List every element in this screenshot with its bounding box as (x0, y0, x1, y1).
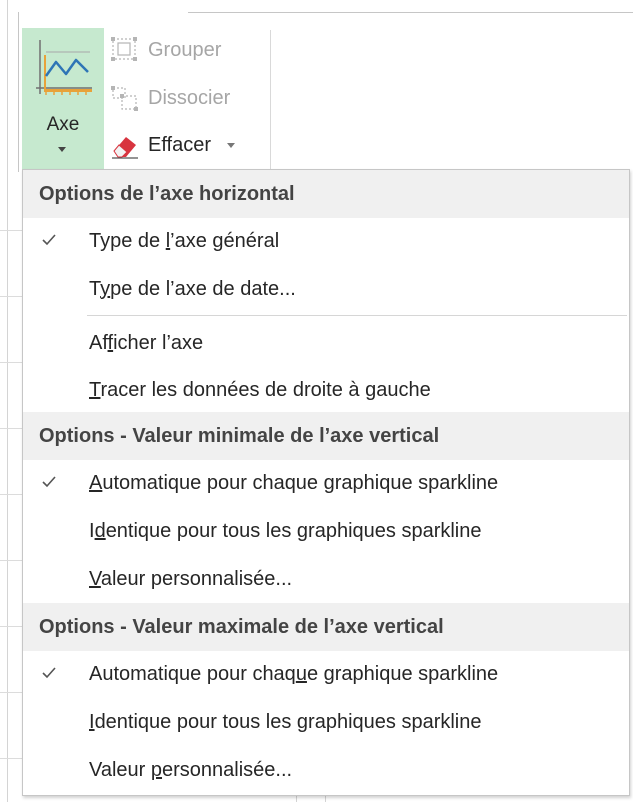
ribbon-border (188, 12, 633, 13)
menu-item-label-text: utomatique pour chaque graphique sparkli… (102, 471, 499, 494)
access-key: V (89, 567, 101, 590)
checkmark-icon (42, 667, 56, 679)
axis-chart-icon (36, 40, 92, 95)
row-gridline (0, 560, 22, 561)
row-gridline (0, 428, 22, 429)
menu-separator (87, 315, 627, 316)
menu-item[interactable]: Valeur personnalisée... (23, 556, 629, 602)
menu-item[interactable]: Identique pour tous les graphiques spark… (23, 508, 629, 554)
group-label: Grouper (148, 38, 222, 61)
menu-item[interactable]: Automatique pour chaque graphique sparkl… (23, 651, 629, 697)
axe-label: Axe (46, 114, 80, 135)
access-key: y (100, 277, 111, 300)
clear-button[interactable]: Effacer (110, 129, 235, 161)
row-gridline (0, 692, 22, 693)
group-button[interactable]: Grouper (110, 34, 221, 66)
menu-item-label-text: racer les données de droite à gauche (100, 378, 431, 401)
ribbon-group-divider (270, 30, 271, 170)
menu-section-header: Options de l’axe horizontal (23, 170, 629, 218)
row-gridline (0, 758, 22, 759)
menu-item-label-text: ersonnalisée... (162, 758, 293, 781)
access-key: A (89, 471, 103, 494)
menu-item-label-text: Af (89, 331, 108, 354)
access-key: d (94, 519, 106, 542)
menu-item[interactable]: Identique pour tous les graphiques spark… (23, 699, 629, 745)
menu-item-label: Type de l’axe général (89, 230, 279, 253)
menu-item-label-text: ’axe général (170, 229, 280, 252)
menu-item-label-text: Valeur (89, 758, 151, 781)
menu-item-label-text: aleur personnalisée... (100, 567, 293, 590)
menu-item-label-text: pe de l’axe de date... (110, 277, 296, 300)
menu-item-label: Automatique pour chaque graphique sparkl… (89, 663, 498, 686)
eraser-icon (112, 137, 138, 159)
menu-item[interactable]: Automatique pour chaque graphique sparkl… (23, 460, 629, 506)
row-gridline (0, 362, 22, 363)
menu-item-label-text: icher l’axe (113, 331, 204, 354)
ungroup-button[interactable]: Dissocier (110, 82, 230, 114)
menu-item-label-text: entique pour tous les graphiques sparkli… (105, 519, 482, 542)
menu-item[interactable]: Valeur personnalisée... (23, 747, 629, 793)
column-gridline (7, 0, 8, 802)
menu-item[interactable]: Tracer les données de droite à gauche (23, 367, 629, 413)
axis-options-menu: Options de l’axe horizontal Type de l’axe… (22, 169, 630, 796)
checkmark-icon (42, 234, 56, 246)
menu-item-label: Type de l’axe de date... (89, 278, 296, 301)
menu-item-label: Identique pour tous les graphiques spark… (89, 711, 482, 734)
chevron-down-icon (58, 147, 66, 152)
menu-item-label-text: Type de (89, 229, 166, 252)
menu-item-label: Afficher l’axe (89, 332, 203, 355)
checkmark-icon (42, 476, 56, 488)
row-gridline (0, 296, 22, 297)
menu-item-label: Tracer les données de droite à gauche (89, 379, 431, 402)
ribbon-border (18, 12, 19, 172)
menu-item-label-text: T (89, 277, 101, 300)
ungroup-icon (111, 86, 138, 111)
ungroup-label: Dissocier (148, 86, 231, 109)
row-gridline (0, 494, 22, 495)
menu-section-header: Options - Valeur maximale de l’axe verti… (23, 603, 629, 651)
menu-item-label: Valeur personnalisée... (89, 759, 292, 782)
clear-label: Effacer (148, 133, 211, 156)
access-key: T (89, 378, 101, 401)
access-key: p (150, 758, 163, 781)
access-key: u (295, 662, 307, 685)
menu-item-label: Identique pour tous les graphiques spark… (89, 520, 482, 543)
menu-section-header: Options - Valeur minimale de l’axe verti… (23, 412, 629, 460)
axe-dropdown-button[interactable]: Axe (22, 28, 104, 169)
row-gridline (0, 230, 22, 231)
group-icon (111, 37, 137, 61)
menu-item-label: Valeur personnalisée... (89, 568, 292, 591)
menu-item-label-text: e graphique sparkline (306, 662, 499, 685)
menu-item-label-text: Automatique pour chaq (89, 662, 296, 685)
chevron-down-icon[interactable] (227, 142, 235, 148)
row-gridline (0, 626, 22, 627)
menu-item-label-text: dentique pour tous les graphiques sparkl… (94, 710, 482, 733)
menu-item-label: Automatique pour chaque graphique sparkl… (89, 472, 498, 495)
menu-item[interactable]: Afficher l’axe (23, 320, 629, 366)
menu-item[interactable]: Type de l’axe de date... (23, 266, 629, 312)
menu-item[interactable]: Type de l’axe général (23, 218, 629, 264)
